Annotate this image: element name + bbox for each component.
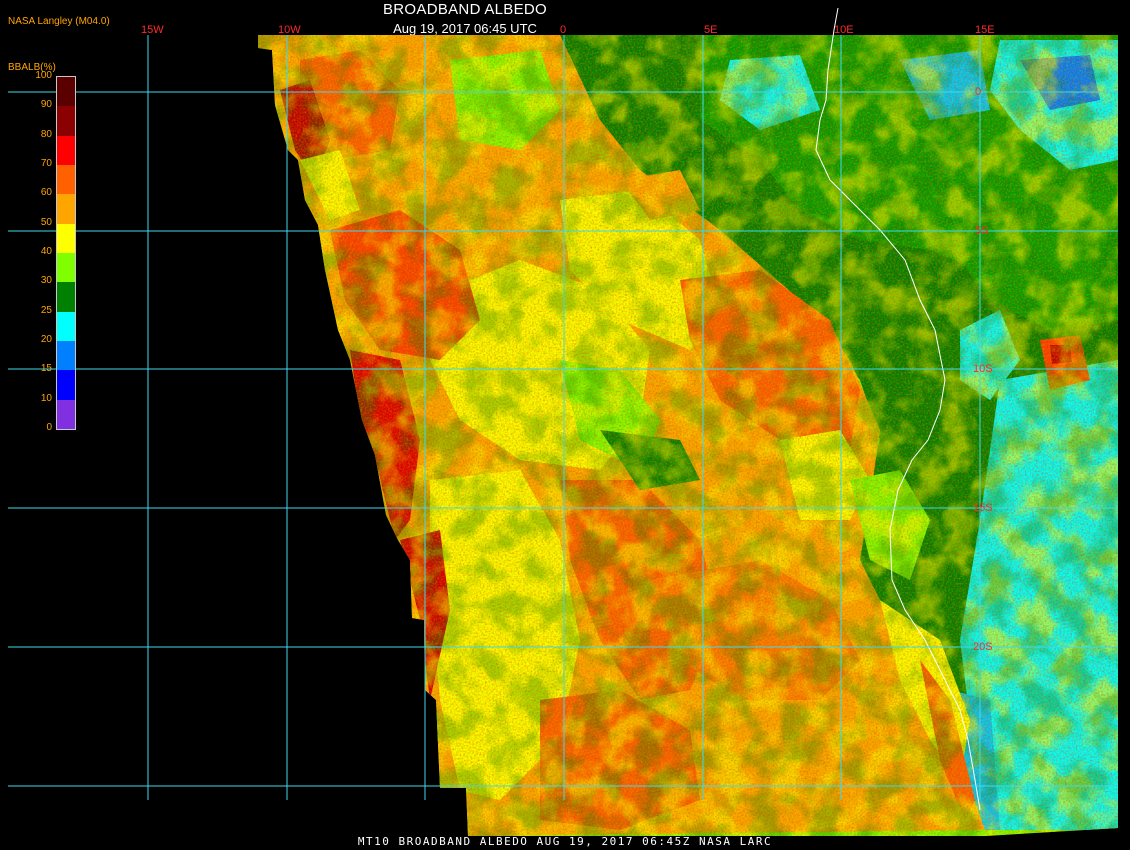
lon-label-0: 0: [560, 24, 566, 36]
lon-label-15e: 15E: [975, 24, 995, 36]
legend-swatch: [57, 135, 75, 165]
legend-tick-label: 100: [35, 70, 52, 81]
legend-swatch: [57, 340, 75, 371]
legend-swatch: [57, 311, 75, 341]
lon-label-10e: 10E: [834, 24, 854, 36]
legend-tick-label: 0: [46, 422, 52, 433]
legend-swatch: [57, 399, 75, 429]
lon-label-10w: 10W: [278, 24, 301, 36]
legend-tick-label: 50: [40, 216, 52, 228]
legend-tick-label: 40: [40, 246, 52, 257]
lat-label-20s: 20S: [973, 641, 993, 653]
legend-tick-label: 10: [40, 392, 52, 404]
legend-swatch: [57, 164, 75, 195]
legend-tick-label: 90: [40, 99, 52, 111]
legend-tick-label: 15: [40, 363, 52, 375]
legend-swatch: [57, 77, 75, 107]
legend-swatch: [57, 106, 75, 136]
legend-tick-label: 60: [40, 187, 52, 199]
legend-tick-label: 70: [40, 158, 52, 169]
legend-swatch: [57, 370, 75, 400]
legend-swatch: [57, 223, 75, 253]
lon-label-15w: 15W: [141, 24, 164, 36]
legend-tick-label: 20: [40, 334, 52, 345]
legend-swatch: [57, 282, 75, 312]
albedo-field: [258, 35, 1118, 836]
legend-swatch: [57, 194, 75, 224]
lat-label-0: 0: [975, 86, 981, 98]
legend-colorbar: [56, 76, 76, 430]
legend-tick-label: 80: [40, 128, 52, 140]
legend-swatch: [57, 252, 75, 283]
legend-tick-label: 25: [40, 304, 52, 316]
footer-caption: MT10 BROADBAND ALBEDO AUG 19, 2017 06:45…: [357, 835, 773, 848]
lat-label-5s: 5S: [975, 225, 988, 237]
legend-tick-label: 30: [40, 275, 52, 287]
lat-label-15s: 15S: [973, 502, 993, 514]
lat-label-10s: 10S: [973, 363, 993, 375]
albedo-map: 15W 10W 0 5E 10E 15E 0 5S 10S 15S 20S: [8, 7, 1118, 836]
lon-label-5e: 5E: [704, 24, 717, 36]
